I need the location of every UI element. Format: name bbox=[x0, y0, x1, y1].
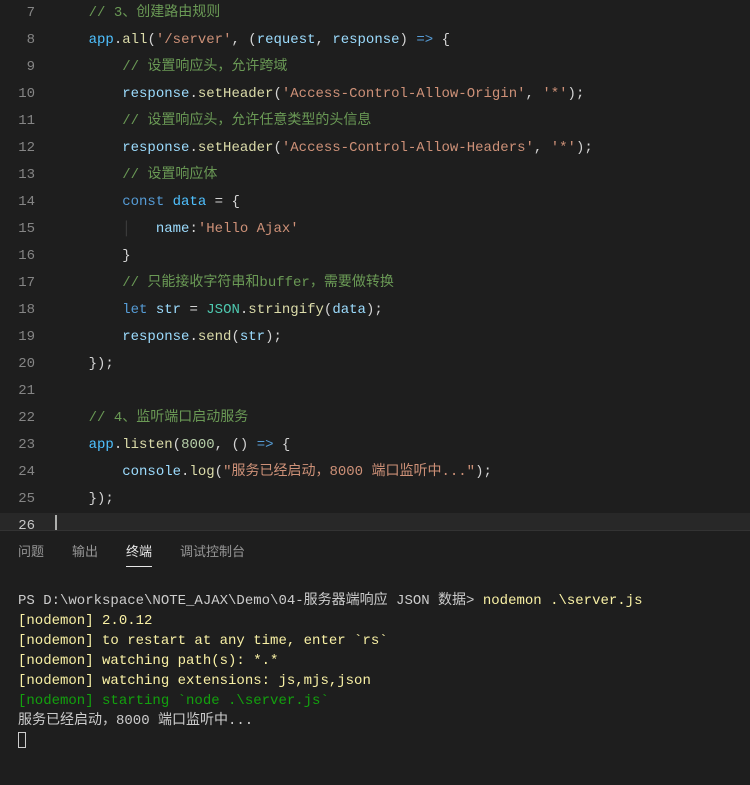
code-editor[interactable]: 7 // 3、创建路由规则8 app.all('/server', (reque… bbox=[0, 0, 750, 530]
terminal-line: [nodemon] to restart at any time, enter … bbox=[18, 631, 732, 651]
line-number: 17 bbox=[0, 270, 55, 297]
tab-problems[interactable]: 问题 bbox=[18, 541, 44, 567]
code-content: }); bbox=[55, 351, 750, 378]
line-number: 14 bbox=[0, 189, 55, 216]
code-content: │ name:'Hello Ajax' bbox=[55, 216, 750, 243]
code-content: let str = JSON.stringify(data); bbox=[55, 297, 750, 324]
terminal-cursor-line bbox=[18, 731, 732, 751]
code-content bbox=[55, 378, 750, 405]
code-line[interactable]: 20 }); bbox=[0, 351, 750, 378]
code-line[interactable]: 13 // 设置响应体 bbox=[0, 162, 750, 189]
line-number: 21 bbox=[0, 378, 55, 405]
code-line[interactable]: 18 let str = JSON.stringify(data); bbox=[0, 297, 750, 324]
line-number: 7 bbox=[0, 0, 55, 27]
tab-output[interactable]: 输出 bbox=[72, 541, 98, 567]
line-number: 22 bbox=[0, 405, 55, 432]
panel-tabs: 问题 输出 终端 调试控制台 bbox=[0, 531, 750, 573]
code-content: // 设置响应头，允许跨域 bbox=[55, 54, 750, 81]
terminal-line: 服务已经启动，8000 端口监听中... bbox=[18, 711, 732, 731]
code-content: // 设置响应头，允许任意类型的头信息 bbox=[55, 108, 750, 135]
code-content: // 只能接收字符串和buffer，需要做转换 bbox=[55, 270, 750, 297]
terminal-line: [nodemon] 2.0.12 bbox=[18, 611, 732, 631]
code-line[interactable]: 9 // 设置响应头，允许跨域 bbox=[0, 54, 750, 81]
code-line[interactable]: 10 response.setHeader('Access-Control-Al… bbox=[0, 81, 750, 108]
code-content: }); bbox=[55, 486, 750, 513]
line-number: 8 bbox=[0, 27, 55, 54]
code-line[interactable]: 23 app.listen(8000, () => { bbox=[0, 432, 750, 459]
line-number: 25 bbox=[0, 486, 55, 513]
line-number: 18 bbox=[0, 297, 55, 324]
line-number: 20 bbox=[0, 351, 55, 378]
code-content: app.all('/server', (request, response) =… bbox=[55, 27, 750, 54]
line-number: 15 bbox=[0, 216, 55, 243]
code-content: console.log("服务已经启动，8000 端口监听中..."); bbox=[55, 459, 750, 486]
code-line[interactable]: 8 app.all('/server', (request, response)… bbox=[0, 27, 750, 54]
code-content: response.send(str); bbox=[55, 324, 750, 351]
line-number: 24 bbox=[0, 459, 55, 486]
tab-terminal[interactable]: 终端 bbox=[126, 541, 152, 567]
line-number: 23 bbox=[0, 432, 55, 459]
code-line[interactable]: 21 bbox=[0, 378, 750, 405]
code-content: app.listen(8000, () => { bbox=[55, 432, 750, 459]
terminal-line: [nodemon] watching extensions: js,mjs,js… bbox=[18, 671, 732, 691]
code-line[interactable]: 24 console.log("服务已经启动，8000 端口监听中..."); bbox=[0, 459, 750, 486]
line-number: 19 bbox=[0, 324, 55, 351]
code-content: // 3、创建路由规则 bbox=[55, 0, 750, 27]
code-line[interactable]: 19 response.send(str); bbox=[0, 324, 750, 351]
code-content: response.setHeader('Access-Control-Allow… bbox=[55, 135, 750, 162]
line-number: 10 bbox=[0, 81, 55, 108]
code-content: response.setHeader('Access-Control-Allow… bbox=[55, 81, 750, 108]
code-line[interactable]: 17 // 只能接收字符串和buffer，需要做转换 bbox=[0, 270, 750, 297]
code-line[interactable]: 11 // 设置响应头，允许任意类型的头信息 bbox=[0, 108, 750, 135]
code-line[interactable]: 26 bbox=[0, 513, 750, 530]
line-number: 13 bbox=[0, 162, 55, 189]
code-content bbox=[55, 513, 750, 530]
code-content: const data = { bbox=[55, 189, 750, 216]
code-content: // 设置响应体 bbox=[55, 162, 750, 189]
code-line[interactable]: 7 // 3、创建路由规则 bbox=[0, 0, 750, 27]
bottom-panel: 问题 输出 终端 调试控制台 PS D:\workspace\NOTE_AJAX… bbox=[0, 530, 750, 757]
code-content: // 4、监听端口启动服务 bbox=[55, 405, 750, 432]
line-number: 26 bbox=[0, 513, 55, 530]
terminal-line: PS D:\workspace\NOTE_AJAX\Demo\04-服务器端响应… bbox=[18, 591, 732, 611]
code-line[interactable]: 14 const data = { bbox=[0, 189, 750, 216]
line-number: 9 bbox=[0, 54, 55, 81]
terminal-cursor bbox=[18, 732, 26, 748]
terminal-line: [nodemon] starting `node .\server.js` bbox=[18, 691, 732, 711]
code-line[interactable]: 15 │ name:'Hello Ajax' bbox=[0, 216, 750, 243]
code-line[interactable]: 22 // 4、监听端口启动服务 bbox=[0, 405, 750, 432]
code-content: } bbox=[55, 243, 750, 270]
line-number: 12 bbox=[0, 135, 55, 162]
tab-debug-console[interactable]: 调试控制台 bbox=[180, 541, 245, 567]
terminal-line: [nodemon] watching path(s): *.* bbox=[18, 651, 732, 671]
text-cursor bbox=[55, 515, 57, 530]
code-line[interactable]: 16 } bbox=[0, 243, 750, 270]
line-number: 11 bbox=[0, 108, 55, 135]
code-line[interactable]: 25 }); bbox=[0, 486, 750, 513]
line-number: 16 bbox=[0, 243, 55, 270]
code-line[interactable]: 12 response.setHeader('Access-Control-Al… bbox=[0, 135, 750, 162]
terminal-output[interactable]: PS D:\workspace\NOTE_AJAX\Demo\04-服务器端响应… bbox=[0, 573, 750, 757]
